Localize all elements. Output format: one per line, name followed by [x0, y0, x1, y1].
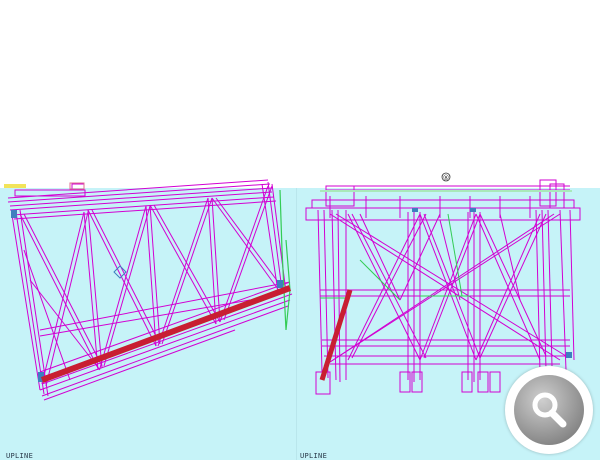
- zoom-button-face[interactable]: [514, 375, 584, 445]
- node-marker[interactable]: [277, 280, 283, 288]
- selected-bottom-chord[interactable]: [40, 285, 292, 383]
- view-marker: ®: [440, 172, 452, 184]
- left-viewport-label: UPLINE: [6, 452, 34, 460]
- node-marker[interactable]: [11, 210, 17, 218]
- right-viewport-label: UPLINE: [300, 452, 328, 460]
- viewport-divider: [296, 188, 297, 460]
- structural-model-viewport[interactable]: ® UPLINE UPLINE: [0, 0, 600, 460]
- zoom-button[interactable]: [505, 366, 593, 454]
- view-marker-text: ®: [442, 174, 450, 182]
- deck-marker: [4, 184, 26, 188]
- magnifier-icon: [532, 392, 567, 428]
- left-truss-view[interactable]: [0, 0, 296, 460]
- center-node-marker[interactable]: [113, 265, 127, 279]
- selected-diagonal-member[interactable]: [318, 288, 354, 382]
